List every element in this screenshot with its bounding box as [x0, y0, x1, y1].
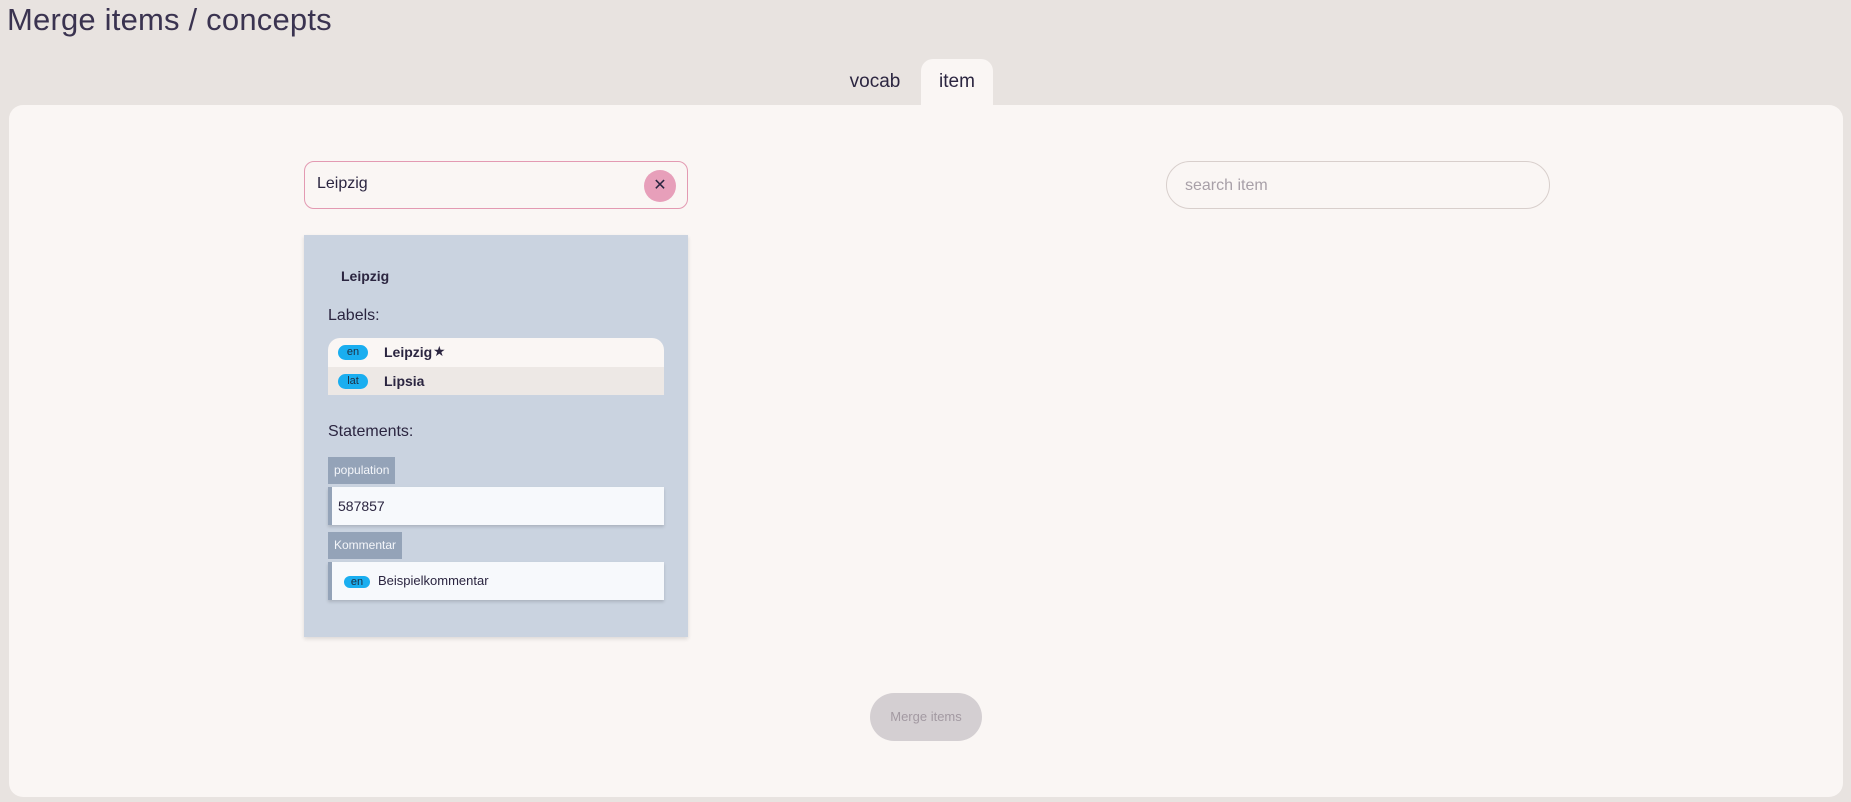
statement-value-text: 587857 [338, 498, 385, 514]
language-badge: lat [338, 374, 368, 389]
item-card-title: Leipzig [341, 268, 390, 284]
tab-item[interactable]: item [921, 59, 993, 105]
close-icon: ✕ [653, 177, 667, 194]
statement-value: en Beispielkommentar [328, 562, 664, 600]
label-text: Leipzig [384, 344, 433, 360]
label-text: Lipsia [384, 373, 425, 389]
search-left-value[interactable]: Leipzig [317, 162, 368, 206]
clear-search-button[interactable]: ✕ [644, 170, 676, 202]
star-icon: ★ [433, 343, 446, 359]
language-badge: en [338, 345, 368, 360]
item-search-left[interactable]: Leipzig ✕ [304, 161, 688, 209]
main-panel: Leipzig ✕ Leipzig Labels: en Leipzig ★ l… [9, 105, 1843, 797]
label-row: en Leipzig ★ [328, 338, 664, 367]
merge-items-button[interactable]: Merge items [870, 693, 982, 741]
search-item-input[interactable] [1183, 162, 1537, 210]
item-card: Leipzig Labels: en Leipzig ★ lat Lipsia … [304, 235, 688, 637]
tab-bar: vocab item [0, 59, 1851, 105]
statements-heading: Statements: [328, 423, 414, 440]
statement-value: 587857 [328, 487, 664, 525]
language-badge: en [344, 576, 370, 588]
tab-vocab[interactable]: vocab [834, 59, 916, 105]
item-search-right[interactable] [1166, 161, 1550, 210]
statement-property: population [328, 457, 396, 484]
page-title: Merge items / concepts [7, 2, 332, 37]
label-row: lat Lipsia [328, 367, 664, 395]
labels-heading: Labels: [328, 307, 380, 324]
statement-value-text: Beispielkommentar [378, 573, 489, 588]
labels-list: en Leipzig ★ lat Lipsia [328, 338, 664, 395]
statement-property: Kommentar [328, 532, 403, 559]
